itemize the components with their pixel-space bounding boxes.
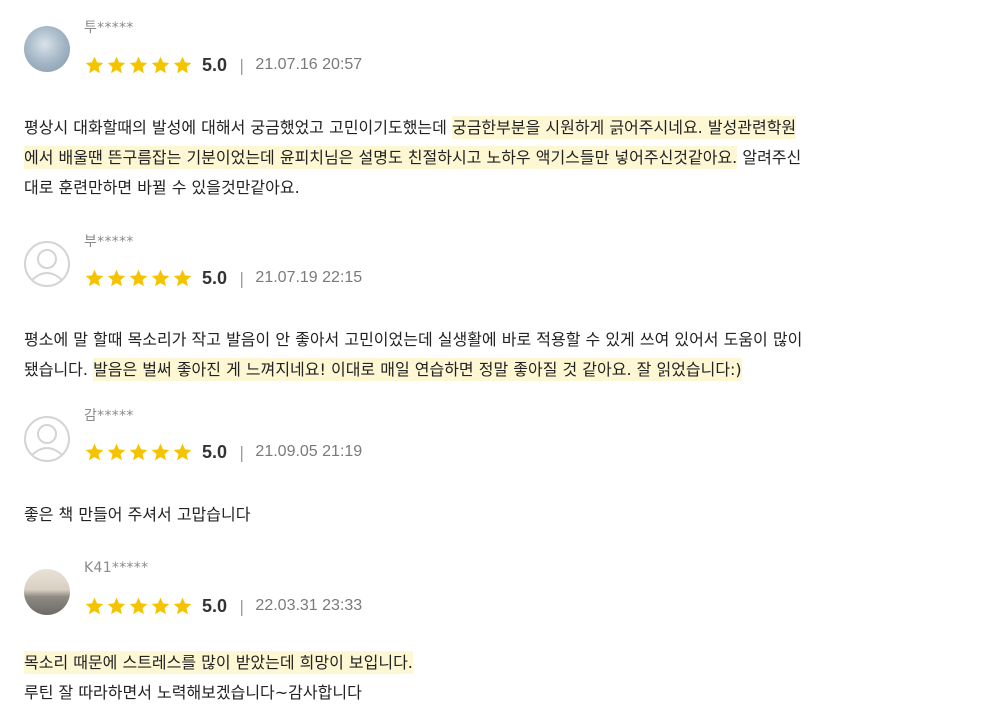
star-rating — [84, 596, 193, 617]
separator: | — [239, 55, 245, 75]
rating-score: 5.0 — [202, 441, 228, 462]
review-date: 21.07.19 22:15 — [255, 269, 363, 286]
review-text: 평상시 대화할때의 발성에 대해서 궁금했었고 고민이기도했는데 궁금한부분을 … — [24, 113, 984, 203]
star-icon — [85, 56, 104, 73]
star-icon — [173, 269, 192, 286]
review-date: 21.07.16 20:57 — [255, 56, 363, 73]
star-rating — [84, 268, 193, 289]
reviewer-name: 투***** — [84, 20, 134, 36]
separator: | — [239, 596, 245, 616]
star-icon — [173, 597, 192, 614]
rating-score: 5.0 — [202, 54, 228, 75]
reviewer-name: 감***** — [84, 408, 134, 424]
star-rating — [84, 55, 193, 76]
review-text: 평소에 말 할때 목소리가 작고 발음이 안 좋아서 고민이었는데 실생활에 바… — [24, 325, 984, 385]
star-icon — [107, 269, 126, 286]
review-meta: 5.0 | 22.03.31 23:33 — [84, 595, 362, 617]
review-text-plain: 평상시 대화할때의 발성에 대해서 궁금했었고 고민이기도했는데 — [24, 118, 452, 137]
user-avatar — [24, 26, 70, 72]
star-icon — [129, 597, 148, 614]
star-icon — [129, 443, 148, 460]
review-text: 목소리 때문에 스트레스를 많이 받았는데 희망이 보입니다. 루틴 잘 따라하… — [24, 648, 984, 708]
default-avatar-icon — [30, 249, 64, 282]
review-meta: 5.0 | 21.07.16 20:57 — [84, 54, 362, 76]
reviewer-name: K41***** — [84, 560, 149, 576]
star-icon — [173, 56, 192, 73]
review-text: 좋은 책 만들어 주셔서 고맙습니다 — [24, 500, 984, 530]
review-meta: 5.0 | 21.09.05 21:19 — [84, 441, 362, 463]
star-icon — [151, 597, 170, 614]
separator: | — [239, 442, 245, 462]
review-text-highlight: 발음은 벌써 좋아진 게 느껴지네요! 이대로 매일 연습하면 정말 좋아질 것… — [93, 358, 742, 381]
star-icon — [107, 56, 126, 73]
rating-score: 5.0 — [202, 267, 228, 288]
review-date: 21.09.05 21:19 — [255, 443, 363, 460]
star-icon — [107, 597, 126, 614]
separator: | — [239, 268, 245, 288]
user-avatar — [24, 241, 70, 287]
star-icon — [85, 597, 104, 614]
review-text-highlight: 목소리 때문에 스트레스를 많이 받았는데 희망이 보입니다. — [24, 651, 413, 674]
star-icon — [151, 56, 170, 73]
star-icon — [129, 269, 148, 286]
star-icon — [151, 269, 170, 286]
user-avatar — [24, 416, 70, 462]
review-text-plain: 좋은 책 만들어 주셔서 고맙습니다 — [24, 505, 251, 524]
star-icon — [151, 443, 170, 460]
star-icon — [107, 443, 126, 460]
reviewer-name: 부***** — [84, 234, 134, 250]
review-text-plain-after: 루틴 잘 따라하면서 노력해보겠습니다~감사합니다 — [24, 683, 362, 702]
user-avatar — [24, 569, 70, 615]
default-avatar-icon — [30, 424, 64, 457]
review-date: 22.03.31 23:33 — [255, 597, 363, 614]
rating-score: 5.0 — [202, 595, 228, 616]
star-icon — [129, 56, 148, 73]
star-icon — [85, 269, 104, 286]
star-icon — [85, 443, 104, 460]
star-rating — [84, 442, 193, 463]
star-icon — [173, 443, 192, 460]
review-meta: 5.0 | 21.07.19 22:15 — [84, 267, 362, 289]
